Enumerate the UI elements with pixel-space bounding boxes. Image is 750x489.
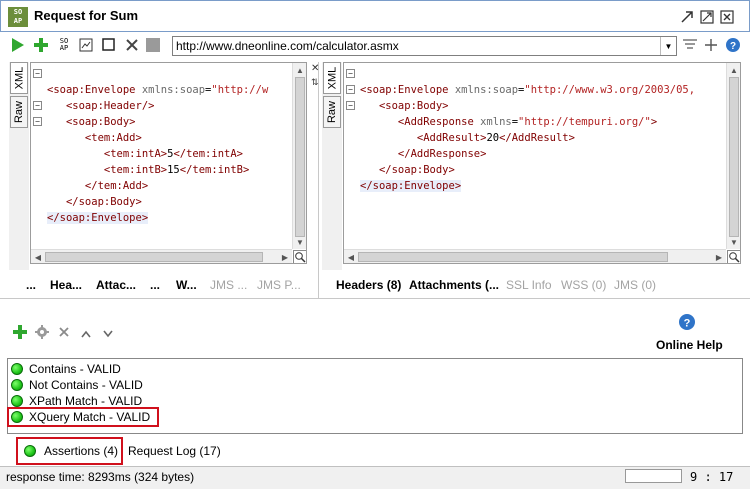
request-side-tabs: XML Raw — [9, 62, 29, 270]
request-tab-jms-properties[interactable]: JMS P... — [257, 278, 301, 292]
fold-icon[interactable]: − — [346, 85, 355, 94]
request-tab-headers[interactable]: Hea... — [50, 278, 82, 292]
request-horizontal-scrollbar[interactable]: ◀ ▶ — [31, 249, 292, 263]
plus-icon[interactable] — [703, 37, 719, 53]
assertion-item[interactable]: Contains - VALID — [11, 361, 121, 377]
scroll-up-icon[interactable]: ▲ — [293, 63, 306, 77]
request-tab-wsa[interactable]: ... — [150, 278, 160, 292]
request-code: <soap:Envelope xmlns:soap="http://w <soa… — [47, 84, 269, 224]
configure-gear-icon[interactable] — [35, 325, 49, 342]
close-icon[interactable] — [720, 10, 734, 24]
svg-text:?: ? — [730, 41, 736, 52]
response-tab-ssl-info[interactable]: SSL Info — [506, 278, 552, 292]
assertion-item[interactable]: Not Contains - VALID — [11, 377, 143, 393]
response-tab-headers[interactable]: Headers (8) — [336, 278, 401, 292]
filter-icon[interactable] — [682, 37, 698, 53]
soapui-app-icon: SO AP — [8, 7, 28, 27]
scroll-left-icon[interactable]: ◀ — [31, 250, 45, 263]
scroll-right-icon[interactable]: ▶ — [712, 250, 726, 263]
editor-divider[interactable] — [318, 62, 319, 298]
online-help-link[interactable]: Online Help — [656, 338, 723, 352]
add-assertion-icon[interactable] — [12, 324, 28, 343]
zoom-icon[interactable] — [727, 250, 740, 263]
svg-text:?: ? — [684, 318, 691, 330]
soap-icon[interactable]: SO AP — [56, 37, 72, 53]
disabled-square-icon[interactable] — [145, 37, 161, 53]
request-tab-auth[interactable]: ... — [26, 278, 36, 292]
request-tab-wss[interactable]: W... — [176, 278, 197, 292]
fold-icon[interactable]: − — [33, 69, 42, 78]
response-side-tabs: XML Raw — [322, 62, 342, 270]
request-xml-editor[interactable]: − − − <soap:Envelope xmlns:soap="http://… — [30, 62, 307, 264]
maximize-icon[interactable] — [700, 10, 714, 24]
tab-response-raw[interactable]: Raw — [323, 96, 341, 128]
window-title: Request for Sum — [34, 8, 139, 23]
online-help-icon[interactable]: ? — [678, 313, 696, 334]
scroll-down-icon[interactable]: ▼ — [293, 235, 306, 249]
help-icon[interactable]: ? — [725, 37, 741, 53]
format-icon[interactable] — [78, 37, 94, 53]
response-xml-editor[interactable]: − − − <soap:Envelope xmlns:soap="http://… — [343, 62, 741, 264]
fold-icon[interactable]: − — [346, 69, 355, 78]
highlight-box — [7, 407, 159, 427]
request-tab-jms-headers[interactable]: JMS ... — [210, 278, 247, 292]
highlight-box — [16, 437, 123, 465]
tab-request-log[interactable]: Request Log (17) — [128, 444, 221, 458]
cancel-icon[interactable] — [124, 37, 140, 53]
tab-response-xml[interactable]: XML — [323, 62, 341, 94]
detach-icon[interactable] — [680, 10, 694, 24]
zoom-icon[interactable] — [293, 250, 306, 263]
endpoint-dropdown-icon[interactable]: ▼ — [660, 37, 676, 55]
valid-status-icon — [11, 395, 23, 407]
response-tab-jms[interactable]: JMS (0) — [614, 278, 656, 292]
scroll-up-icon[interactable]: ▲ — [727, 63, 740, 77]
request-vertical-scrollbar[interactable]: ▲ ▼ — [292, 63, 306, 249]
tab-request-xml[interactable]: XML — [10, 62, 28, 94]
pane-divider[interactable] — [0, 298, 750, 299]
caret-position: 9 : 17 — [690, 470, 734, 484]
response-vertical-scrollbar[interactable]: ▲ ▼ — [726, 63, 740, 249]
valid-status-icon — [11, 363, 23, 375]
remove-assertion-icon[interactable] — [58, 326, 70, 341]
move-up-icon[interactable] — [81, 327, 91, 341]
valid-status-icon — [11, 379, 23, 391]
stop-icon[interactable] — [101, 37, 117, 53]
response-tab-wss[interactable]: WSS (0) — [561, 278, 606, 292]
run-icon[interactable] — [10, 37, 26, 53]
scroll-left-icon[interactable]: ◀ — [344, 250, 358, 263]
move-down-icon[interactable] — [103, 327, 113, 341]
response-tab-attachments[interactable]: Attachments (... — [409, 278, 499, 292]
add-icon[interactable] — [33, 37, 49, 53]
progress-bar — [625, 469, 682, 483]
fold-icon[interactable]: − — [346, 101, 355, 110]
scroll-down-icon[interactable]: ▼ — [727, 235, 740, 249]
response-time-label: response time: 8293ms (324 bytes) — [6, 470, 195, 484]
fold-icon[interactable]: − — [33, 101, 42, 110]
endpoint-url-field[interactable]: http://www.dneonline.com/calculator.asmx — [172, 36, 677, 56]
scroll-right-icon[interactable]: ▶ — [278, 250, 292, 263]
response-code: <soap:Envelope xmlns:soap="http://www.w3… — [360, 84, 696, 192]
fold-icon[interactable]: − — [33, 117, 42, 126]
response-horizontal-scrollbar[interactable]: ◀ ▶ — [344, 249, 726, 263]
request-tab-attachments[interactable]: Attac... — [96, 278, 136, 292]
tab-request-raw[interactable]: Raw — [10, 96, 28, 128]
